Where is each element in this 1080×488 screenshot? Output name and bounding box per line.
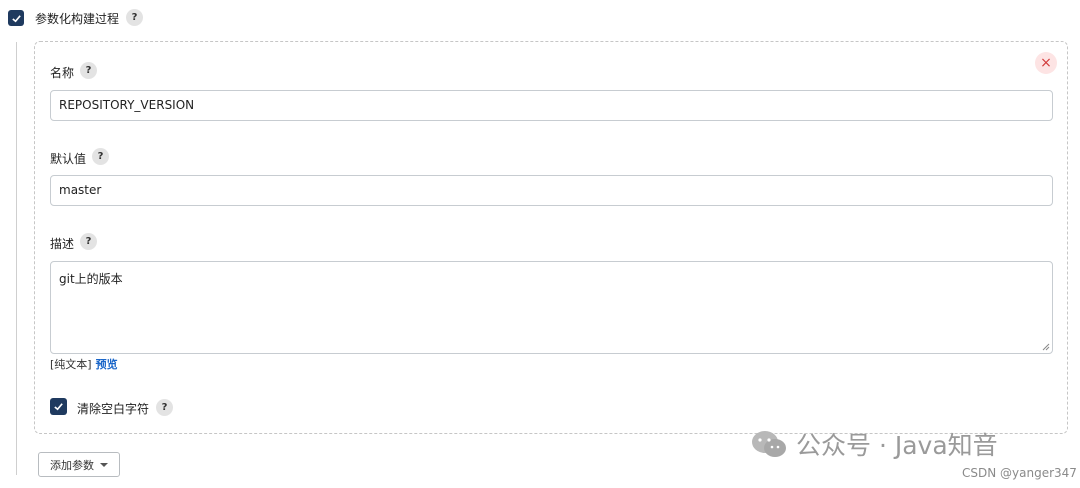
section-divider xyxy=(16,42,17,475)
csdn-credit: CSDN @yanger347 xyxy=(962,466,1077,480)
resize-grip-icon[interactable] xyxy=(1042,343,1050,351)
close-icon[interactable]: × xyxy=(1035,52,1057,74)
add-parameter-button[interactable]: 添加参数 xyxy=(38,452,120,477)
description-help-icon[interactable]: ? xyxy=(80,233,97,250)
add-parameter-label: 添加参数 xyxy=(50,458,94,472)
default-value-input[interactable]: master xyxy=(50,175,1053,206)
preview-link[interactable]: 预览 xyxy=(96,358,118,371)
checkmark-icon xyxy=(54,403,63,411)
watermark-text: 公众号 · Java知音 xyxy=(796,431,998,460)
parameterized-build-label: 参数化构建过程 xyxy=(35,12,120,26)
name-help-icon[interactable]: ? xyxy=(80,62,97,79)
watermark: 公众号 · Java知音 xyxy=(750,426,998,462)
name-label: 名称 xyxy=(50,66,75,80)
name-input[interactable]: REPOSITORY_VERSION xyxy=(50,90,1053,121)
default-value-help-icon[interactable]: ? xyxy=(92,148,109,165)
description-textarea[interactable]: git上的版本 xyxy=(50,261,1053,354)
parameterized-build-checkbox[interactable] xyxy=(8,10,24,26)
caret-down-icon xyxy=(100,462,108,467)
trim-whitespace-checkbox[interactable] xyxy=(50,398,67,415)
trim-help-icon[interactable]: ? xyxy=(156,399,173,416)
trim-whitespace-label: 清除空白字符 xyxy=(77,402,150,416)
checkmark-icon xyxy=(11,14,21,22)
help-icon[interactable]: ? xyxy=(126,9,143,26)
description-label: 描述 xyxy=(50,237,75,251)
format-line: [纯文本] 预览 xyxy=(50,356,118,372)
description-text: git上的版本 xyxy=(59,272,123,286)
default-value-label: 默认值 xyxy=(50,152,87,166)
wechat-icon xyxy=(752,431,786,457)
plain-text-label: [纯文本] xyxy=(50,358,92,371)
